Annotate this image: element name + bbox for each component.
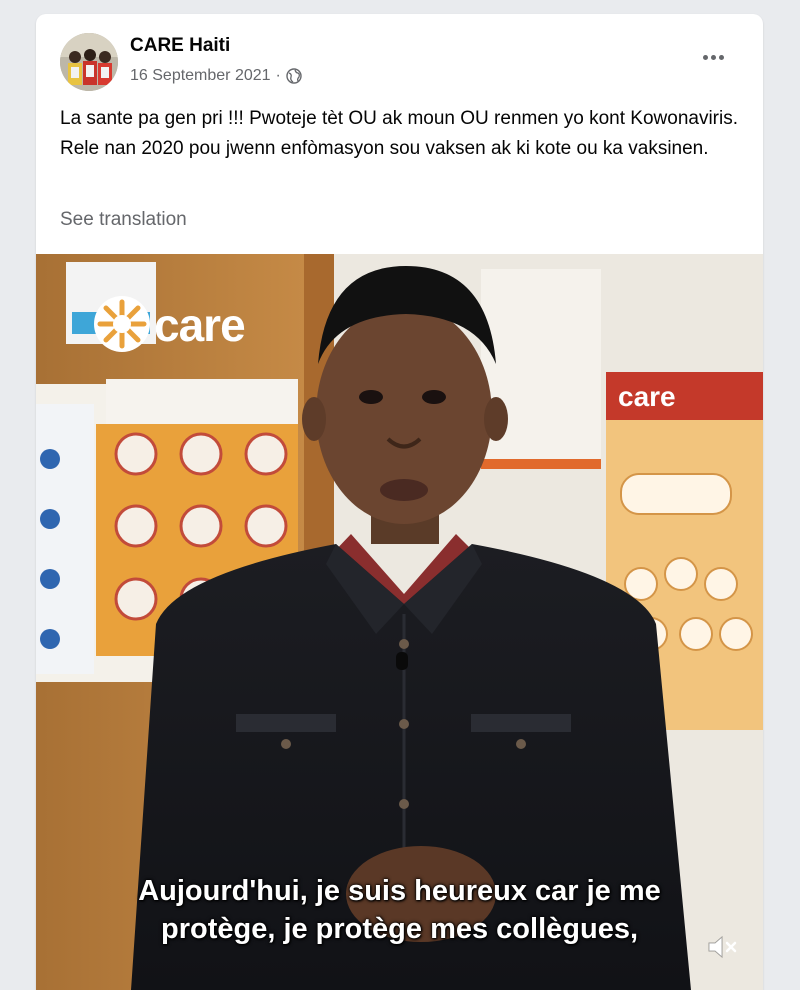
more-options-dot <box>710 54 716 60</box>
globe-icon <box>286 68 302 84</box>
muted-speaker-icon <box>708 935 737 959</box>
more-options-icon <box>702 54 708 60</box>
more-options-dot <box>718 54 724 60</box>
care-poster-logo: care <box>618 381 676 412</box>
mute-button[interactable] <box>706 932 740 962</box>
post-date[interactable]: 16 September 2021 <box>130 67 271 85</box>
page-avatar[interactable] <box>60 33 118 91</box>
care-logo-icon <box>94 296 150 352</box>
video-player[interactable]: care care Aujourd'hui, je suis heureux c… <box>36 254 763 990</box>
care-logo: care <box>154 299 246 351</box>
page-name-link[interactable]: CARE Haiti <box>130 35 230 57</box>
see-translation-link[interactable]: See translation <box>60 209 187 231</box>
post-meta: 16 September 2021 · <box>130 67 302 85</box>
meta-separator: · <box>275 67 281 84</box>
subtitle-line: protège, je protège mes collègues, <box>160 913 639 945</box>
subtitle-line: Aujourd'hui, je suis heureux car je me <box>138 875 661 907</box>
more-options-button[interactable] <box>696 44 730 70</box>
post-card: CARE Haiti 16 September 2021 · La sante … <box>36 14 763 990</box>
post-text: La sante pa gen pri !!! Pwoteje tèt OU a… <box>60 108 739 159</box>
video-subtitles: Aujourd'hui, je suis heureux car je me p… <box>36 872 763 948</box>
